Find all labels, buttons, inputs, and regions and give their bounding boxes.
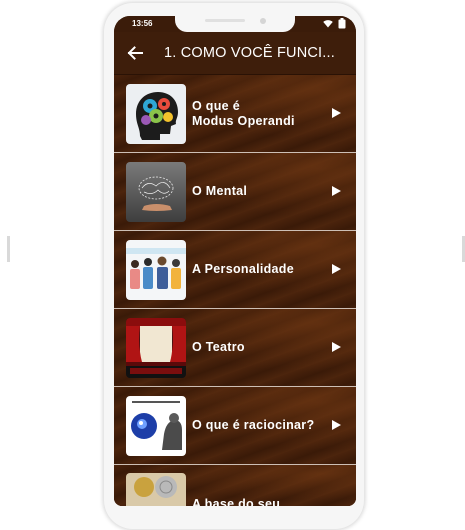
front-camera	[260, 18, 266, 24]
left-edge-mark	[7, 236, 10, 262]
thinker-brain-icon	[126, 395, 186, 456]
list-item-a-personalidade[interactable]: A Personalidade	[114, 231, 356, 309]
item-title: O Teatro	[192, 340, 245, 354]
item-title: O Mental	[192, 184, 248, 198]
play-arrow-icon	[332, 264, 341, 274]
phone-notch	[175, 16, 295, 32]
app-screen: 13:56 1. COMO VOCÊ FUNCI... O que é Modu…	[114, 16, 356, 506]
page-title: 1. COMO VOCÊ FUNCI...	[164, 45, 335, 61]
list-item-raciocinar[interactable]: O que é raciocinar?	[114, 387, 356, 465]
play-arrow-icon	[332, 186, 341, 196]
head-gears-icon	[126, 83, 186, 144]
topic-list: O que é Modus Operandi O Mental A Person…	[114, 75, 356, 506]
back-button[interactable]	[114, 32, 156, 74]
wifi-icon	[323, 20, 333, 28]
speaker-slot	[205, 19, 245, 22]
status-time: 13:56	[132, 19, 153, 28]
list-item-modus-operandi[interactable]: O que é Modus Operandi	[114, 75, 356, 153]
item-title: O que é Modus Operandi	[192, 98, 295, 128]
play-arrow-icon	[332, 342, 341, 352]
item-title: A base do seu	[192, 497, 281, 506]
brain-hand-icon	[126, 161, 186, 222]
item-title: A Personalidade	[192, 262, 294, 276]
item-title: O que é raciocinar?	[192, 418, 315, 432]
list-item-o-teatro[interactable]: O Teatro	[114, 309, 356, 387]
app-bar: 1. COMO VOCÊ FUNCI...	[114, 32, 356, 75]
list-item-a-base[interactable]: A base do seu	[114, 465, 356, 506]
play-arrow-icon	[332, 108, 341, 118]
play-arrow-icon	[332, 420, 341, 430]
list-item-o-mental[interactable]: O Mental	[114, 153, 356, 231]
battery-icon	[338, 18, 346, 29]
status-icons	[323, 18, 346, 29]
theater-stage-icon	[126, 317, 186, 378]
brain-coins-icon	[126, 473, 186, 506]
people-group-icon	[126, 239, 186, 300]
arrow-left-icon	[127, 46, 143, 60]
